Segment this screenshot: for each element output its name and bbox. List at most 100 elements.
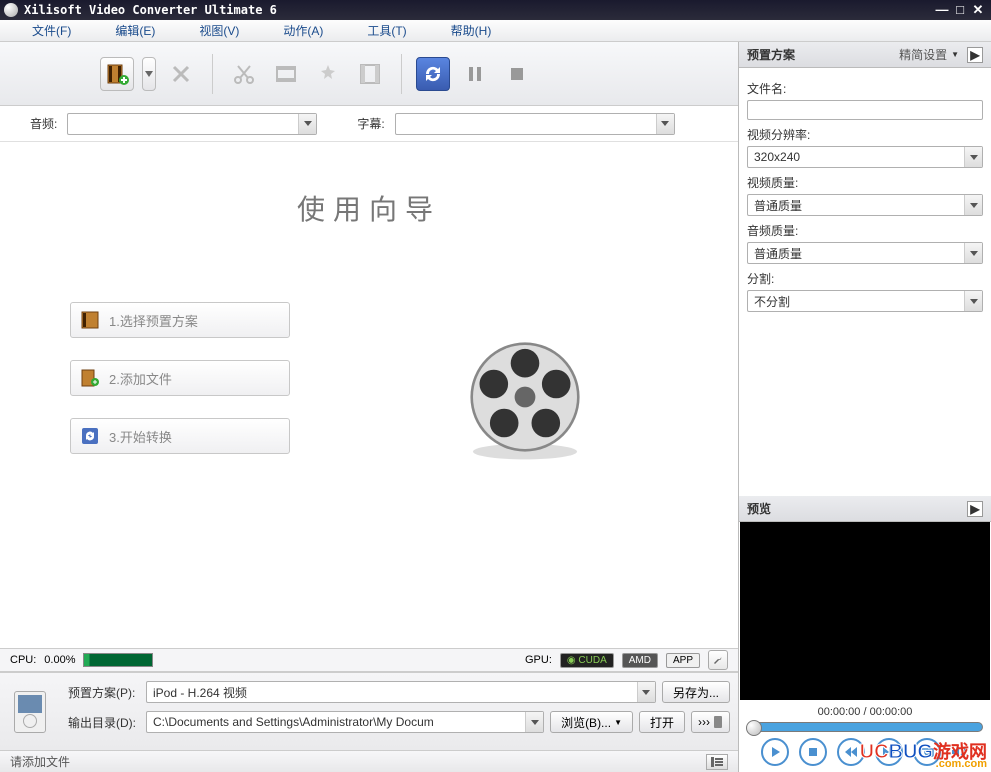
preset-panel-body: 文件名: 视频分辨率: 320x240 视频质量: 普通质量 音频质量: 普通质… — [739, 68, 991, 318]
split-label: 分割: — [747, 270, 983, 287]
wrench-icon — [712, 654, 724, 666]
preset-select[interactable]: iPod - H.264 视频 — [146, 681, 656, 703]
resolution-label: 视频分辨率: — [747, 126, 983, 143]
subtitle-select[interactable] — [395, 113, 675, 135]
wizard-step-2[interactable]: 2.添加文件 — [70, 360, 290, 396]
refresh-icon — [421, 62, 445, 86]
add-video-dropdown[interactable] — [142, 57, 156, 91]
preview-panel-header: 预览 ▶ — [739, 496, 991, 522]
app-badge: APP — [666, 653, 700, 668]
prev-icon — [845, 747, 857, 757]
preview-scrubber[interactable] — [747, 722, 983, 732]
menu-help[interactable]: 帮助(H) — [429, 22, 514, 39]
cpu-percent: 0.00% — [44, 654, 75, 666]
status-bar: 请添加文件 — [0, 750, 738, 772]
collapse-preview-panel[interactable]: ▶ — [967, 501, 983, 517]
wizard-step-3[interactable]: 3.开始转换 — [70, 418, 290, 454]
menu-bar: 文件(F) 编辑(E) 视图(V) 动作(A) 工具(T) 帮助(H) — [0, 20, 991, 42]
volume-icon — [951, 746, 967, 758]
output-select[interactable]: C:\Documents and Settings\Administrator\… — [146, 711, 544, 733]
player-stop-button[interactable] — [799, 738, 827, 766]
browse-button[interactable]: 浏览(B)...▼ — [550, 711, 633, 733]
main-area: 使用向导 1.选择预置方案 2.添加文件 3.开始转换 — [0, 142, 738, 648]
split-select[interactable]: 不分割 — [747, 290, 983, 312]
subtitle-label: 字幕: — [357, 115, 384, 132]
preview-time: 00:00:00 / 00:00:00 — [739, 700, 991, 720]
app-logo-icon — [4, 3, 18, 17]
filename-input[interactable] — [747, 100, 983, 120]
pause-icon — [463, 62, 487, 86]
vquality-select[interactable]: 普通质量 — [747, 194, 983, 216]
maximize-button[interactable]: □ — [951, 3, 969, 17]
resolution-select[interactable]: 320x240 — [747, 146, 983, 168]
preset-icon — [81, 311, 99, 329]
menu-tool[interactable]: 工具(T) — [345, 22, 428, 39]
wizard-step-3-label: 3.开始转换 — [109, 427, 172, 446]
chevron-down-icon — [964, 291, 982, 311]
window-title: Xilisoft Video Converter Ultimate 6 — [24, 3, 933, 17]
device-small-icon — [713, 715, 723, 729]
menu-view[interactable]: 视图(V) — [177, 22, 261, 39]
volume-button[interactable] — [951, 743, 969, 761]
menu-edit[interactable]: 编辑(E) — [93, 22, 177, 39]
play-icon — [769, 746, 781, 758]
menu-file[interactable]: 文件(F) — [10, 22, 93, 39]
wizard-step-1-label: 1.选择预置方案 — [109, 311, 198, 330]
collapse-preset-panel[interactable]: ▶ — [967, 47, 983, 63]
output-value: C:\Documents and Settings\Administrator\… — [147, 715, 525, 729]
open-button[interactable]: 打开 — [639, 711, 685, 733]
add-video-button[interactable] — [100, 57, 134, 91]
preview-video-area — [740, 522, 990, 700]
convert-button[interactable] — [416, 57, 450, 91]
minimize-button[interactable]: — — [933, 3, 951, 17]
delete-button[interactable] — [164, 57, 198, 91]
chevron-down-icon — [964, 147, 982, 167]
scissors-icon — [232, 62, 256, 86]
aquality-select[interactable]: 普通质量 — [747, 242, 983, 264]
stop-button[interactable] — [500, 57, 534, 91]
film-add-icon — [105, 62, 129, 86]
amd-badge: AMD — [622, 653, 658, 668]
chevron-down-icon — [656, 114, 674, 134]
cuda-badge: ◉ CUDA — [560, 653, 614, 668]
snapshot-button[interactable] — [913, 738, 941, 766]
next-icon — [883, 747, 895, 757]
export-device-button[interactable]: ››› — [691, 711, 730, 733]
status-text: 请添加文件 — [10, 753, 70, 770]
stop-icon — [808, 747, 818, 757]
ipod-icon — [14, 691, 46, 733]
layout-toggle-button[interactable] — [706, 754, 728, 770]
pause-button[interactable] — [458, 57, 492, 91]
film-frame-icon — [274, 62, 298, 86]
preset-value: iPod - H.264 视频 — [147, 684, 637, 701]
play-button[interactable] — [761, 738, 789, 766]
effects-button[interactable] — [311, 57, 345, 91]
audio-select[interactable] — [67, 113, 317, 135]
preset-panel-title: 预置方案 — [747, 46, 795, 63]
chevron-down-icon — [964, 195, 982, 215]
cpu-meter — [83, 653, 153, 667]
crop-button[interactable] — [269, 57, 303, 91]
save-as-button[interactable]: 另存为... — [662, 681, 730, 703]
gpu-settings-button[interactable] — [708, 650, 728, 670]
menu-action[interactable]: 动作(A) — [261, 22, 345, 39]
cpu-label: CPU: — [10, 654, 36, 666]
preset-label: 预置方案(P): — [68, 684, 140, 701]
audio-label: 音频: — [30, 115, 57, 132]
next-button[interactable] — [875, 738, 903, 766]
simple-settings-label[interactable]: 精简设置 — [899, 46, 947, 63]
wizard-step-1[interactable]: 1.选择预置方案 — [70, 302, 290, 338]
prev-button[interactable] — [837, 738, 865, 766]
merge-button[interactable] — [353, 57, 387, 91]
title-bar: Xilisoft Video Converter Ultimate 6 — □ … — [0, 0, 991, 20]
chevron-down-icon — [637, 682, 655, 702]
add-file-icon — [81, 369, 99, 387]
gpu-label: GPU: — [525, 654, 552, 666]
cut-button[interactable] — [227, 57, 261, 91]
device-icon-area — [0, 673, 60, 750]
close-button[interactable]: ✕ — [969, 3, 987, 17]
chevron-down-icon — [964, 243, 982, 263]
film-reel-icon — [460, 332, 590, 462]
wizard-step-2-label: 2.添加文件 — [109, 369, 172, 388]
bottom-area: 预置方案(P): iPod - H.264 视频 另存为... 输出目录(D):… — [0, 672, 738, 750]
